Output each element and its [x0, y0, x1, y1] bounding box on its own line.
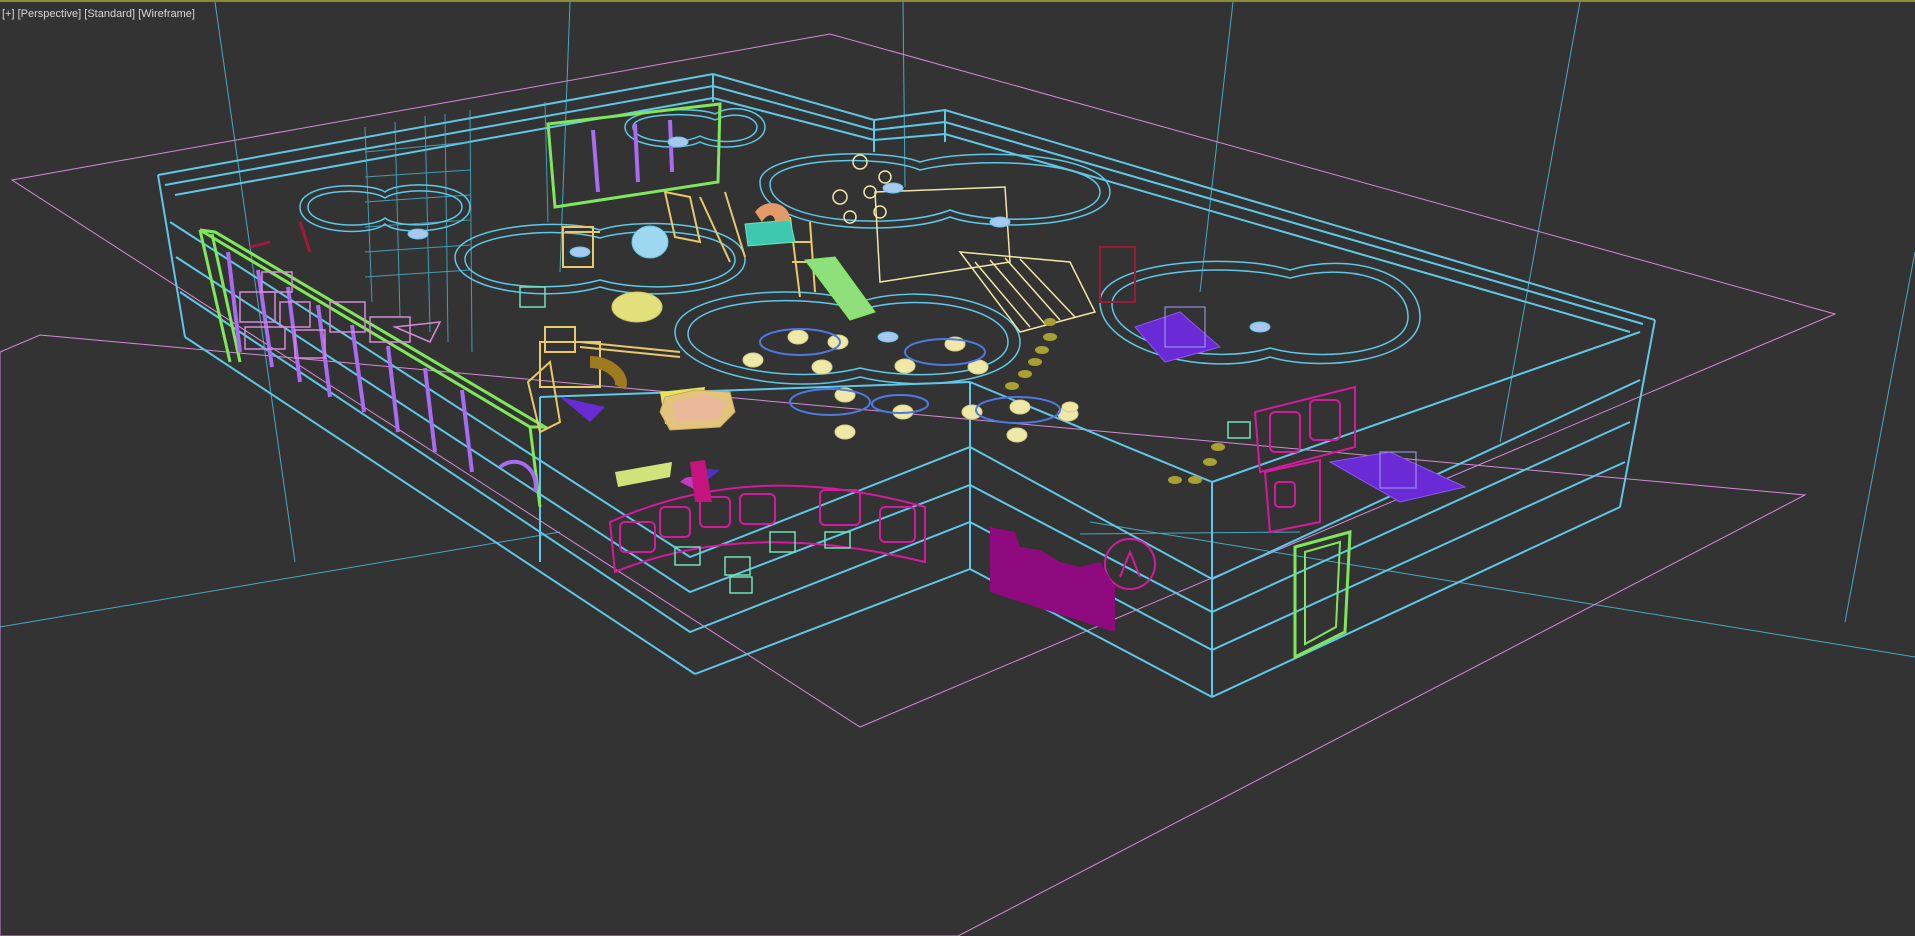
- viewport-menu-wireframe[interactable]: [Wireframe]: [138, 8, 195, 20]
- floor-mat: [659, 389, 736, 431]
- viewport-label[interactable]: [+] [Perspective] [Standard] [Wireframe]: [2, 8, 195, 20]
- outer-walls: [157, 72, 1656, 698]
- viewport-menu-plus[interactable]: [+]: [2, 8, 15, 20]
- wireframe-scene[interactable]: [0, 2, 1915, 936]
- stools: [742, 329, 1079, 443]
- door-frame: [1293, 530, 1352, 660]
- climbing-wall: [832, 154, 1097, 333]
- ceiling-clouds: [299, 107, 1421, 385]
- perspective-viewport[interactable]: [+] [Perspective] [Standard] [Wireframe]: [0, 0, 1915, 936]
- viewport-menu-perspective[interactable]: [Perspective]: [18, 8, 82, 20]
- viewport-menu-shading[interactable]: [Standard]: [84, 8, 135, 20]
